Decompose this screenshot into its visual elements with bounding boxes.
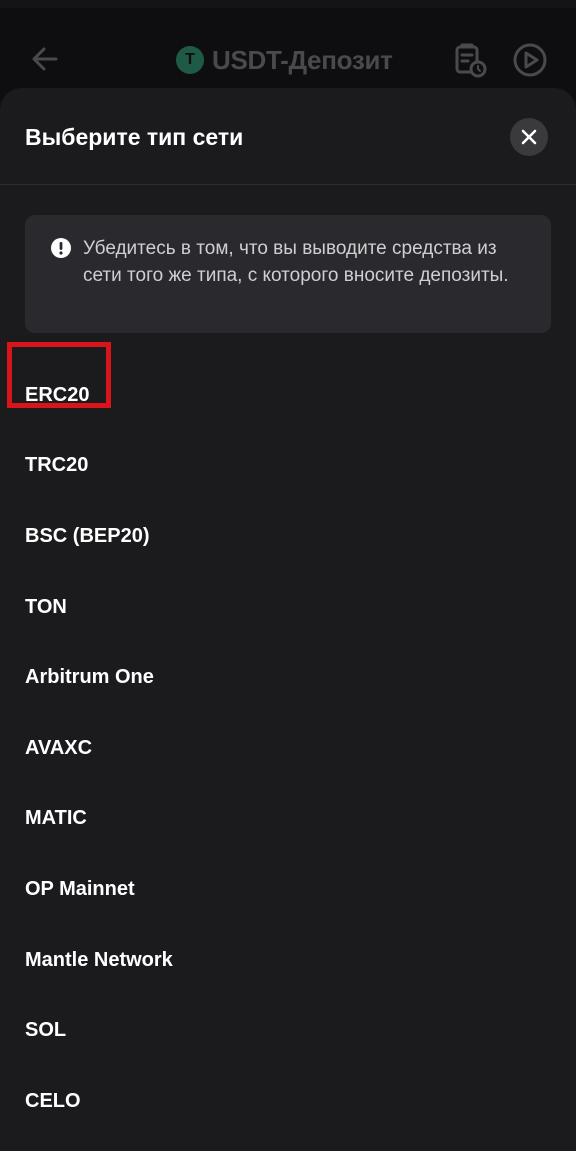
network-label: BSC (BEP20): [25, 524, 150, 547]
network-label: Arbitrum One: [25, 666, 154, 689]
back-arrow-icon[interactable]: [30, 44, 60, 74]
network-label: TON: [25, 595, 67, 618]
network-item-bsc[interactable]: BSC (BEP20): [0, 501, 576, 572]
tether-coin-icon: T: [176, 46, 204, 74]
network-item-ton[interactable]: TON: [0, 572, 576, 643]
network-label: Mantle Network: [25, 948, 173, 971]
network-item-sol[interactable]: SOL: [0, 995, 576, 1066]
network-label: AVAXC: [25, 736, 93, 759]
network-item-arbitrum[interactable]: Arbitrum One: [0, 642, 576, 713]
network-label: SOL: [25, 1019, 67, 1042]
network-list: ERC20 TRC20 BSC (BEP20) TON Arbitrum One…: [0, 360, 576, 1137]
network-item-matic[interactable]: MATIC: [0, 784, 576, 855]
header-title-group: T USDT-Депозит: [176, 44, 393, 76]
history-icon[interactable]: [450, 41, 488, 79]
network-label: ERC20: [25, 383, 90, 406]
play-circle-icon[interactable]: [512, 42, 548, 78]
close-icon: [521, 129, 537, 145]
network-label: MATIC: [25, 807, 87, 830]
network-label: TRC20: [25, 454, 89, 477]
page-title: USDT-Депозит: [212, 44, 393, 75]
network-item-celo[interactable]: CELO: [0, 1066, 576, 1137]
network-item-op-mainnet[interactable]: OP Mainnet: [0, 854, 576, 925]
warning-notice: Убедитесь в том, что вы выводите средств…: [25, 215, 551, 333]
network-select-sheet: Выберите тип сети Убедитесь в том, что в…: [0, 88, 576, 1151]
warning-text: Убедитесь в том, что вы выводите средств…: [83, 238, 509, 286]
network-label: OP Mainnet: [25, 877, 135, 900]
network-item-avaxc[interactable]: AVAXC: [0, 713, 576, 784]
status-bar: [0, 0, 576, 8]
network-label: CELO: [25, 1089, 81, 1112]
network-item-trc20[interactable]: TRC20: [0, 431, 576, 502]
network-item-erc20[interactable]: ERC20: [0, 360, 576, 431]
divider: [0, 184, 576, 185]
sheet-title: Выберите тип сети: [25, 124, 244, 150]
close-button[interactable]: [510, 118, 548, 156]
network-item-mantle[interactable]: Mantle Network: [0, 925, 576, 996]
exclamation-icon: [51, 238, 71, 258]
